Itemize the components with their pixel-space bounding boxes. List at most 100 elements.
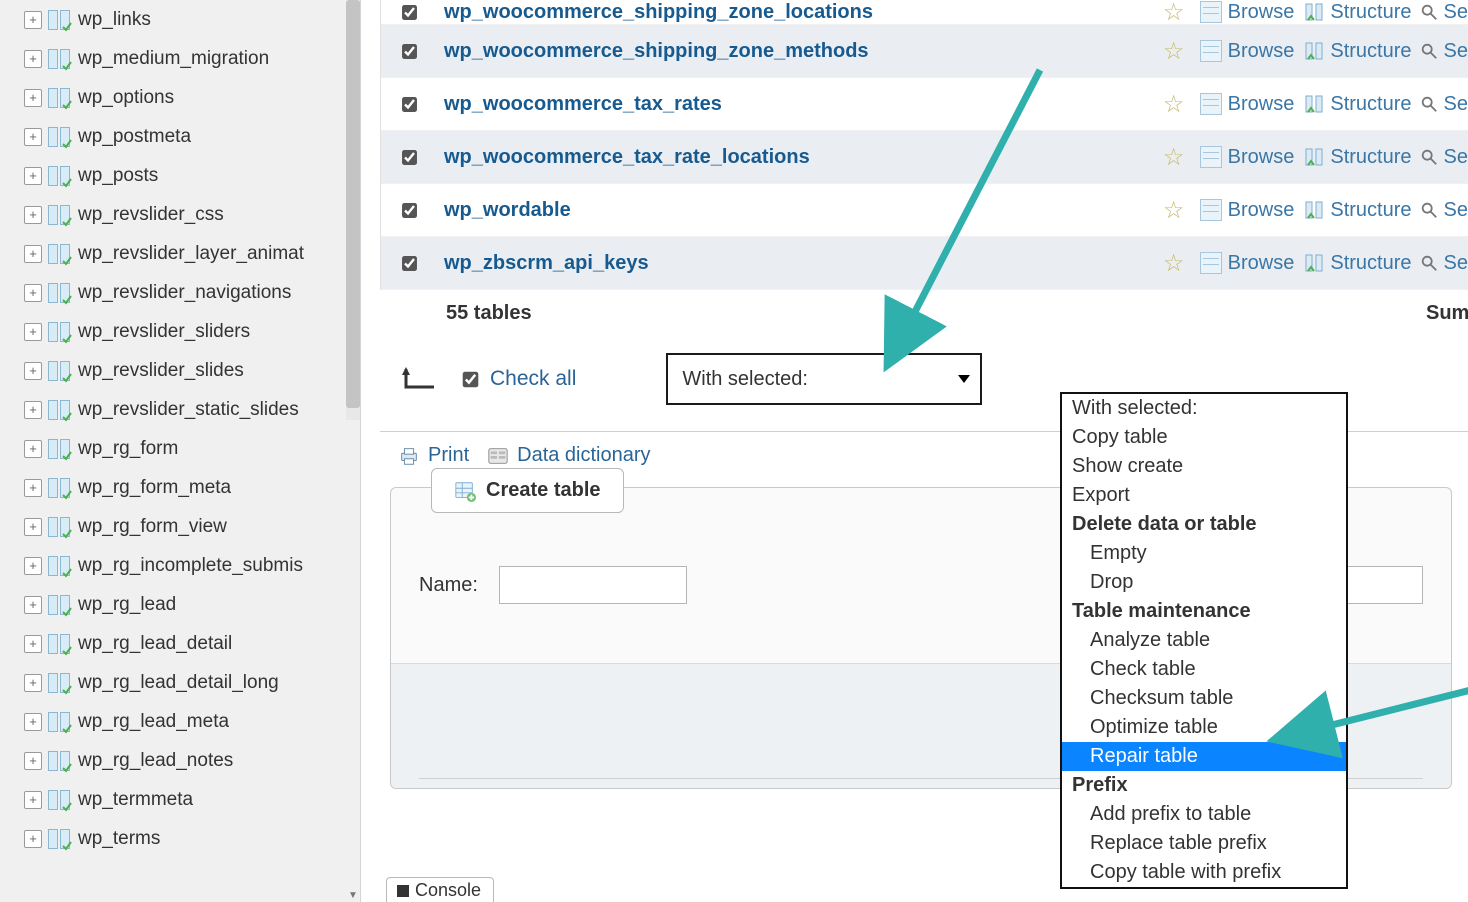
favorite-star-icon[interactable]: ☆ bbox=[1158, 196, 1190, 225]
tree-item[interactable]: +wp_options bbox=[24, 78, 360, 117]
dropdown-option[interactable]: Export bbox=[1062, 481, 1346, 510]
table-name-link[interactable]: wp_woocommerce_shipping_zone_locations bbox=[444, 1, 873, 24]
tree-item[interactable]: +wp_revslider_css bbox=[24, 195, 360, 234]
table-name-link[interactable]: wp_woocommerce_tax_rates bbox=[444, 93, 722, 116]
tree-item[interactable]: +wp_medium_migration bbox=[24, 39, 360, 78]
table-name-link[interactable]: wp_woocommerce_tax_rate_locations bbox=[444, 146, 810, 169]
dropdown-option[interactable]: Replace table prefix bbox=[1062, 829, 1346, 858]
expand-icon[interactable]: + bbox=[24, 440, 42, 458]
tree-item[interactable]: +wp_termmeta bbox=[24, 780, 360, 819]
expand-icon[interactable]: + bbox=[24, 674, 42, 692]
expand-icon[interactable]: + bbox=[24, 596, 42, 614]
print-link[interactable]: Print bbox=[398, 444, 469, 467]
dropdown-option[interactable]: With selected: bbox=[1062, 394, 1346, 423]
favorite-star-icon[interactable]: ☆ bbox=[1158, 37, 1190, 66]
dropdown-option[interactable]: Empty bbox=[1062, 539, 1346, 568]
dropdown-option[interactable]: Analyze table bbox=[1062, 626, 1346, 655]
tree-item[interactable]: +wp_revslider_navigations bbox=[24, 273, 360, 312]
dropdown-option[interactable]: Add prefix to table bbox=[1062, 800, 1346, 829]
structure-action[interactable]: Structure bbox=[1304, 146, 1411, 169]
check-all-checkbox[interactable] bbox=[463, 371, 479, 387]
structure-action[interactable]: Structure bbox=[1304, 93, 1411, 116]
expand-icon[interactable]: + bbox=[24, 557, 42, 575]
tree-item[interactable]: +wp_rg_lead_detail bbox=[24, 624, 360, 663]
dropdown-option[interactable]: Check table bbox=[1062, 655, 1346, 684]
dropdown-option[interactable]: Copy table bbox=[1062, 423, 1346, 452]
scrollbar-thumb[interactable] bbox=[346, 0, 360, 408]
browse-action[interactable]: Browse bbox=[1200, 252, 1295, 275]
structure-action[interactable]: Structure bbox=[1304, 40, 1411, 63]
tree-item[interactable]: +wp_posts bbox=[24, 156, 360, 195]
search-action[interactable]: Se bbox=[1420, 93, 1468, 116]
favorite-star-icon[interactable]: ☆ bbox=[1158, 249, 1190, 278]
expand-icon[interactable]: + bbox=[24, 323, 42, 341]
tree-item[interactable]: +wp_revslider_layer_animat bbox=[24, 234, 360, 273]
favorite-star-icon[interactable]: ☆ bbox=[1158, 90, 1190, 119]
with-selected-dropdown-menu[interactable]: With selected:Copy tableShow createExpor… bbox=[1060, 392, 1348, 889]
tree-item[interactable]: +wp_revslider_static_slides bbox=[24, 390, 360, 429]
scrollbar-down-arrow-icon[interactable]: ▼ bbox=[346, 888, 360, 902]
favorite-star-icon[interactable]: ☆ bbox=[1158, 143, 1190, 172]
row-checkbox[interactable] bbox=[402, 44, 417, 59]
expand-icon[interactable]: + bbox=[24, 479, 42, 497]
row-checkbox[interactable] bbox=[402, 150, 417, 165]
expand-icon[interactable]: + bbox=[24, 245, 42, 263]
browse-action[interactable]: Browse bbox=[1200, 40, 1295, 63]
row-checkbox[interactable] bbox=[402, 5, 417, 20]
expand-icon[interactable]: + bbox=[24, 128, 42, 146]
row-checkbox[interactable] bbox=[402, 203, 417, 218]
row-checkbox[interactable] bbox=[402, 97, 417, 112]
expand-icon[interactable]: + bbox=[24, 518, 42, 536]
dropdown-option[interactable]: Repair table bbox=[1062, 742, 1346, 771]
tree-item[interactable]: +wp_rg_incomplete_submis bbox=[24, 546, 360, 585]
expand-icon[interactable]: + bbox=[24, 89, 42, 107]
expand-icon[interactable]: + bbox=[24, 635, 42, 653]
favorite-star-icon[interactable]: ☆ bbox=[1158, 0, 1190, 27]
dropdown-option[interactable]: Drop bbox=[1062, 568, 1346, 597]
tree-item[interactable]: +wp_revslider_sliders bbox=[24, 312, 360, 351]
search-action[interactable]: Se bbox=[1420, 40, 1468, 63]
tree-item[interactable]: +wp_rg_lead_notes bbox=[24, 741, 360, 780]
expand-icon[interactable]: + bbox=[24, 50, 42, 68]
expand-icon[interactable]: + bbox=[24, 206, 42, 224]
create-table-button[interactable]: Create table bbox=[431, 468, 624, 513]
table-name-link[interactable]: wp_wordable bbox=[444, 199, 571, 222]
dropdown-option[interactable]: Checksum table bbox=[1062, 684, 1346, 713]
console-tab[interactable]: Console bbox=[386, 877, 494, 902]
tree-item[interactable]: +wp_rg_lead_meta bbox=[24, 702, 360, 741]
tree-item[interactable]: +wp_rg_form_view bbox=[24, 507, 360, 546]
dropdown-option[interactable]: Copy table with prefix bbox=[1062, 858, 1346, 887]
structure-action[interactable]: Structure bbox=[1304, 199, 1411, 222]
tree-item[interactable]: +wp_rg_form bbox=[24, 429, 360, 468]
with-selected-dropdown[interactable]: With selected: bbox=[666, 353, 982, 405]
expand-icon[interactable]: + bbox=[24, 401, 42, 419]
data-dictionary-link[interactable]: Data dictionary bbox=[487, 444, 650, 467]
tree-item[interactable]: +wp_postmeta bbox=[24, 117, 360, 156]
expand-icon[interactable]: + bbox=[24, 284, 42, 302]
tree-item[interactable]: +wp_rg_lead_detail_long bbox=[24, 663, 360, 702]
browse-action[interactable]: Browse bbox=[1200, 146, 1295, 169]
structure-action[interactable]: Structure bbox=[1304, 1, 1411, 24]
tree-item[interactable]: +wp_links bbox=[24, 0, 360, 39]
dropdown-option[interactable]: Optimize table bbox=[1062, 713, 1346, 742]
tree-item[interactable]: +wp_terms bbox=[24, 819, 360, 858]
expand-icon[interactable]: + bbox=[24, 791, 42, 809]
browse-action[interactable]: Browse bbox=[1200, 93, 1295, 116]
browse-action[interactable]: Browse bbox=[1200, 199, 1295, 222]
table-name-link[interactable]: wp_woocommerce_shipping_zone_methods bbox=[444, 40, 869, 63]
tree-item[interactable]: +wp_revslider_slides bbox=[24, 351, 360, 390]
new-table-name-input[interactable] bbox=[499, 566, 687, 604]
tree-item[interactable]: +wp_rg_lead bbox=[24, 585, 360, 624]
expand-icon[interactable]: + bbox=[24, 752, 42, 770]
search-action[interactable]: Se bbox=[1420, 252, 1468, 275]
row-checkbox[interactable] bbox=[402, 256, 417, 271]
table-name-link[interactable]: wp_zbscrm_api_keys bbox=[444, 252, 649, 275]
expand-icon[interactable]: + bbox=[24, 713, 42, 731]
search-action[interactable]: Se bbox=[1420, 1, 1468, 24]
dropdown-option[interactable]: Show create bbox=[1062, 452, 1346, 481]
expand-icon[interactable]: + bbox=[24, 11, 42, 29]
structure-action[interactable]: Structure bbox=[1304, 252, 1411, 275]
expand-icon[interactable]: + bbox=[24, 362, 42, 380]
tree-item[interactable]: +wp_rg_form_meta bbox=[24, 468, 360, 507]
check-all[interactable]: Check all bbox=[460, 367, 576, 391]
